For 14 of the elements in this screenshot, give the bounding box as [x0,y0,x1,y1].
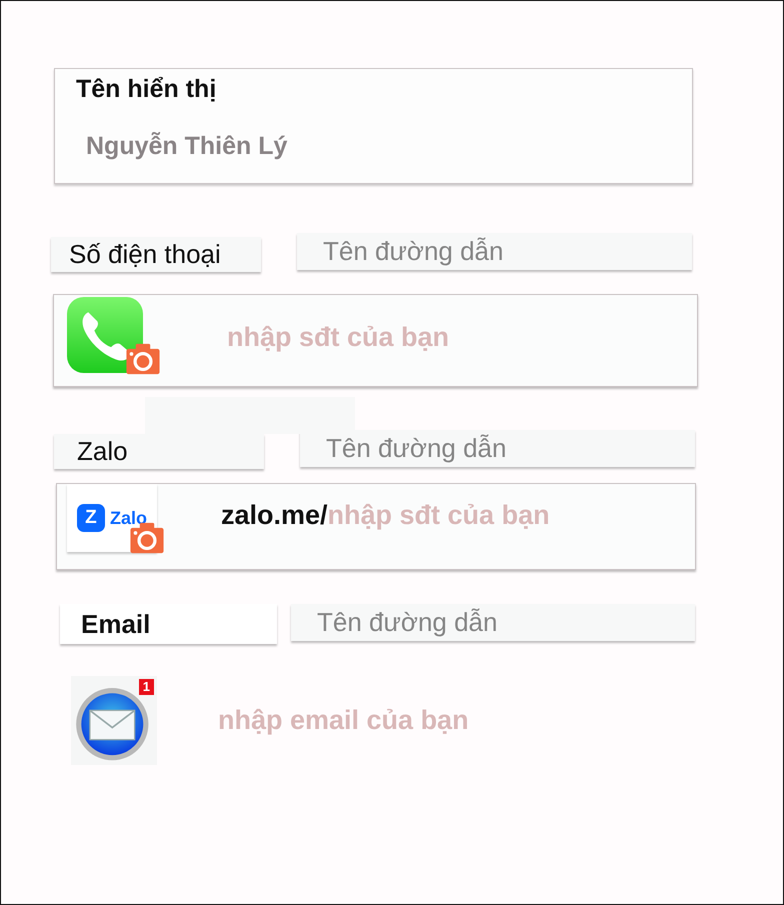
link-name-field[interactable]: Tên đường dẫn [300,430,695,467]
contact-label: Số điện thoại [51,237,261,272]
link-name-field[interactable]: Tên đường dẫn [291,604,695,641]
entry-input[interactable]: nhập sđt của bạn [328,500,568,531]
entry-input[interactable]: nhập sđt của bạn [227,322,557,353]
name-value: Nguyễn Thiên Lý [86,132,288,161]
notification-badge: 1 [138,679,154,695]
phone-icon [67,297,143,373]
contact-label: Email [60,604,277,644]
entry-input[interactable]: nhập email của bạn [218,705,548,736]
field-label: Tên hiển thị [76,75,218,104]
url-prefix: zalo.me/ [221,500,328,531]
contact-label: Zalo [54,434,264,469]
link-name-field[interactable]: Tên đường dẫn [297,233,692,270]
